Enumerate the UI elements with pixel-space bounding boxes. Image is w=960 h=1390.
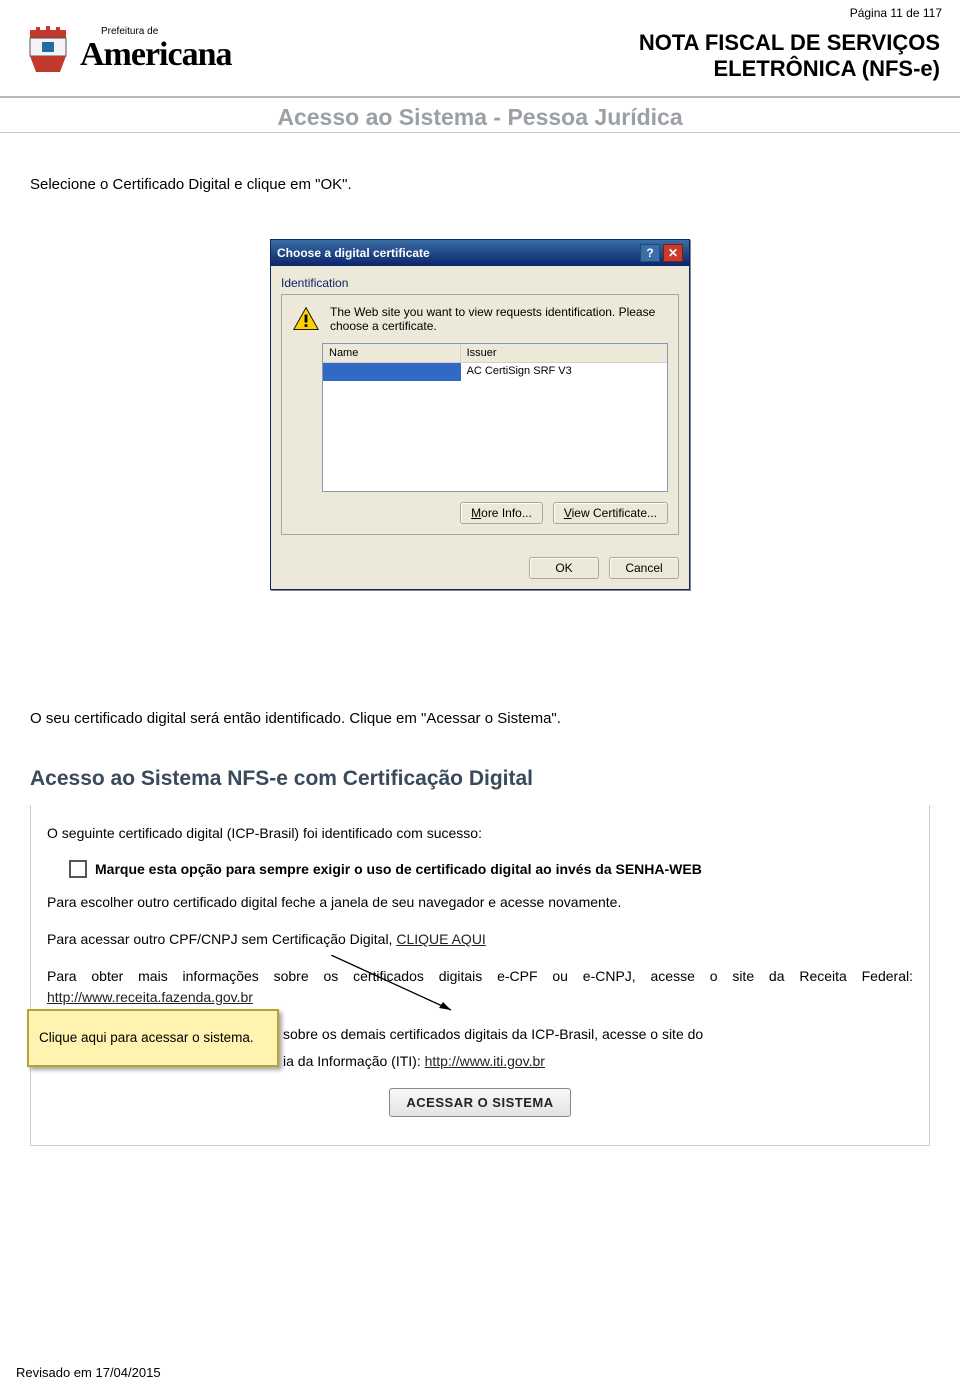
dialog-title: Choose a digital certificate xyxy=(277,246,430,260)
doc-title-line2: ELETRÔNICA (NFS-e) xyxy=(639,56,940,82)
dialog-titlebar: Choose a digital certificate ? ✕ xyxy=(271,240,689,266)
certificate-list[interactable]: Name Issuer AC CertiSign SRF V3 xyxy=(322,343,668,492)
prefeitura-label: Prefeitura de xyxy=(101,26,158,37)
document-title: NOTA FISCAL DE SERVIÇOS ELETRÔNICA (NFS-… xyxy=(639,30,940,82)
receita-text: Para obter mais informações sobre os cer… xyxy=(47,966,913,1008)
instruction-text-2: O seu certificado digital será então ide… xyxy=(30,710,930,727)
success-message: O seguinte certificado digital (ICP-Bras… xyxy=(47,823,913,844)
page-header: Página 11 de 117 Prefeitura de Americana… xyxy=(0,0,960,100)
page-subtitle: Acesso ao Sistema - Pessoa Jurídica xyxy=(0,104,960,131)
acessar-sistema-button[interactable]: ACESSAR O SISTEMA xyxy=(389,1088,570,1117)
close-icon[interactable]: ✕ xyxy=(663,244,683,262)
certificate-dialog: Choose a digital certificate ? ✕ Identif… xyxy=(270,239,690,590)
doc-title-line1: NOTA FISCAL DE SERVIÇOS xyxy=(639,30,940,56)
receita-link[interactable]: http://www.receita.fazenda.gov.br xyxy=(47,989,253,1005)
certificate-name-cell xyxy=(323,363,461,381)
divider xyxy=(0,96,960,98)
group-label: Identification xyxy=(281,276,679,290)
certificate-panel: O seguinte certificado digital (ICP-Bras… xyxy=(30,805,930,1146)
divider xyxy=(0,132,960,133)
logo-block: Prefeitura de Americana xyxy=(22,24,232,76)
instruction-text-1: Selecione o Certificado Digital e clique… xyxy=(30,176,930,193)
certificate-row[interactable]: AC CertiSign SRF V3 xyxy=(323,363,667,381)
column-issuer: Issuer xyxy=(461,344,667,363)
panel-title: Acesso ao Sistema NFS-e com Certificação… xyxy=(30,767,930,791)
dialog-message: The Web site you want to view requests i… xyxy=(330,305,668,333)
certificate-issuer-cell: AC CertiSign SRF V3 xyxy=(461,363,667,381)
iti-link[interactable]: http://www.iti.gov.br xyxy=(425,1053,545,1069)
more-info-button[interactable]: MMore Info...ore Info... xyxy=(460,502,543,524)
column-name: Name xyxy=(323,344,461,363)
city-crest-icon xyxy=(22,24,74,76)
require-cert-checkbox[interactable] xyxy=(69,860,87,878)
clique-aqui-link[interactable]: CLIQUE AQUI xyxy=(396,931,485,947)
revision-footer: Revisado em 17/04/2015 xyxy=(16,1365,161,1380)
other-cpf-text: Para acessar outro CPF/CNPJ sem Certific… xyxy=(47,929,913,950)
ok-button[interactable]: OK xyxy=(529,557,599,579)
callout-tooltip: Clique aqui para acessar o sistema. xyxy=(27,1009,279,1067)
help-icon[interactable]: ? xyxy=(640,244,660,262)
view-certificate-button[interactable]: View Certificate... xyxy=(553,502,668,524)
other-cert-text: Para escolher outro certificado digital … xyxy=(47,892,913,913)
require-cert-label: Marque esta opção para sempre exigir o u… xyxy=(95,861,702,877)
page-number: Página 11 de 117 xyxy=(850,6,942,20)
cancel-button[interactable]: Cancel xyxy=(609,557,679,579)
warning-icon xyxy=(292,305,320,333)
